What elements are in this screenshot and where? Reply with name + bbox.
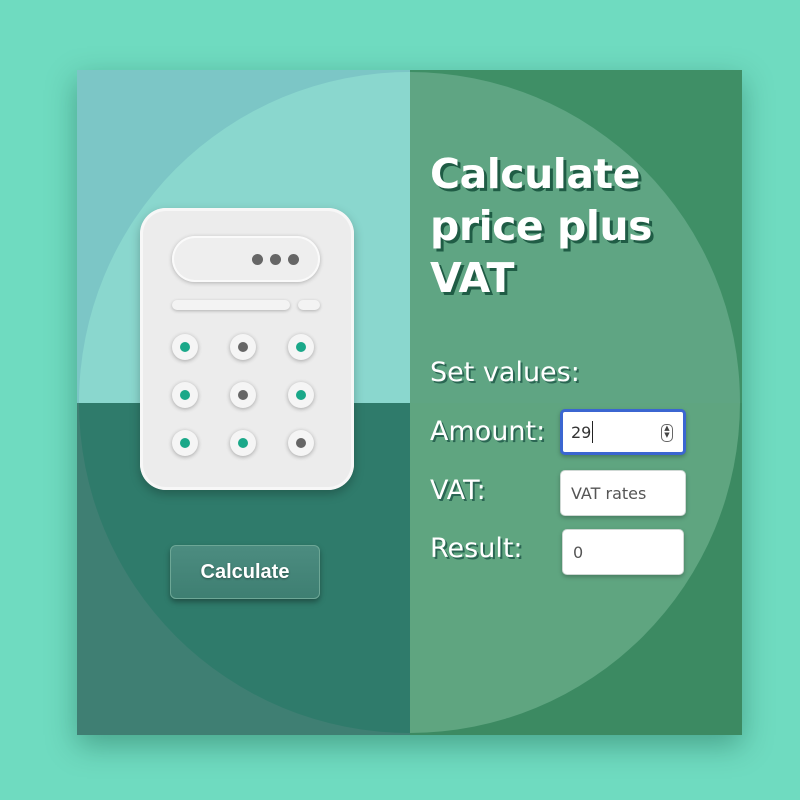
calculator-slot [172, 300, 290, 310]
result-label: Result: [430, 533, 523, 564]
calculator-key [230, 382, 256, 408]
vat-input[interactable]: VAT rates [560, 470, 686, 516]
calculator-key [230, 334, 256, 360]
calculator-key [230, 430, 256, 456]
amount-value: 29 [571, 422, 592, 442]
result-field[interactable]: 0 [562, 529, 684, 575]
calculator-screen [172, 236, 320, 282]
title-line: Calculate [430, 150, 640, 198]
title-line: VAT [430, 254, 514, 302]
title-line: price plus [430, 202, 653, 250]
calculator-key [288, 430, 314, 456]
vat-label: VAT: [430, 475, 486, 506]
vat-placeholder: VAT rates [571, 483, 647, 503]
calculator-icon [140, 208, 354, 490]
amount-input[interactable]: 29 ▲ ▼ [560, 409, 686, 455]
screen-dot [288, 254, 299, 265]
calculator-key [288, 382, 314, 408]
text-caret [592, 421, 594, 443]
number-spinner-icon[interactable]: ▲ ▼ [661, 424, 673, 442]
set-values-heading: Set values: [430, 357, 580, 388]
result-value: 0 [573, 542, 584, 562]
calculator-key [172, 334, 198, 360]
amount-label: Amount: [430, 416, 546, 447]
calculate-button[interactable]: Calculate [170, 545, 320, 599]
calculator-key [172, 430, 198, 456]
screen-dot [270, 254, 281, 265]
calculator-key [172, 382, 198, 408]
page-title: Calculate price plus VAT [430, 148, 730, 304]
screen-dot [252, 254, 263, 265]
calculator-slot [298, 300, 320, 310]
calculator-key [288, 334, 314, 360]
